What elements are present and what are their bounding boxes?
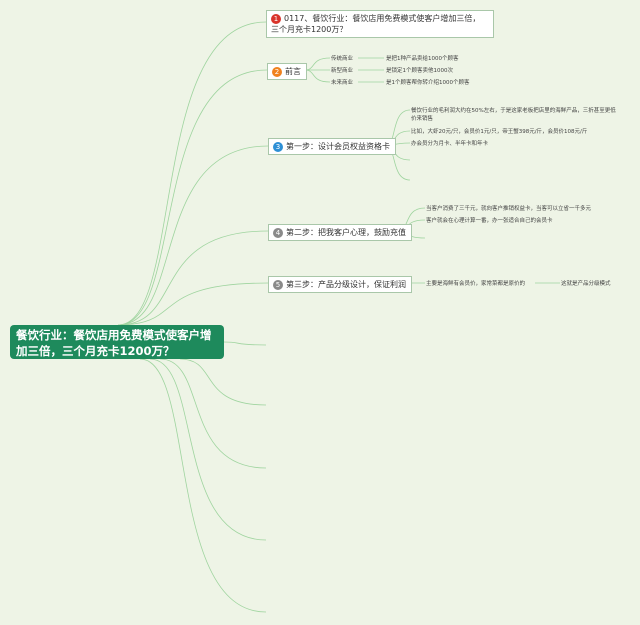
preface-detail-future[interactable]: 是1个顾客帮你转介绍1000个顾客 — [386, 79, 470, 87]
number-badge-5: 5 — [273, 279, 283, 290]
number-badge-4: 4 — [273, 227, 283, 238]
topic-step-2[interactable]: 4 第二步：把我客户心理，鼓励充值 — [268, 224, 412, 241]
link-root-empty-4 — [149, 358, 267, 541]
link-root-topic-3 — [117, 145, 269, 326]
step-1-item-card-types[interactable]: 办会员分为月卡、半年卡和年卡 — [411, 140, 488, 148]
link-root-empty-2 — [179, 358, 267, 406]
step-3-item-pricing[interactable]: 主要是海鲜有会员价，家常菜都是原价的 — [426, 280, 525, 288]
topic-step-1-label: 第一步：设计会员权益资格卡 — [286, 142, 390, 151]
topic-title[interactable]: 1 0117、餐饮行业：餐饮店用免费模式使客户增加三倍，三个月充卡1200万？ — [266, 10, 494, 38]
topic-preface[interactable]: 2 前言 — [267, 63, 307, 80]
root-topic[interactable]: 餐饮行业：餐饮店用免费模式使客户增加三倍，三个月充卡1200万？ — [10, 325, 224, 359]
preface-detail-new[interactable]: 是锁定1个顾客卖他1000次 — [386, 67, 453, 75]
link-preface-3 — [304, 69, 331, 83]
link-root-empty-3 — [159, 358, 267, 469]
step-1-item-margin[interactable]: 餐饮行业的毛利润大约在50%左右，于是这家老板把店里的海鲜产品，三折甚至更低价来… — [411, 107, 616, 123]
preface-detail-traditional[interactable]: 是把1种产品卖给1000个顾客 — [386, 55, 459, 63]
step-2-item-calculate[interactable]: 客户就会在心理计算一番，办一张适合自己的会员卡 — [426, 217, 553, 225]
mind-map-canvas: 餐饮行业：餐饮店用免费模式使客户增加三倍，三个月充卡1200万？ 1 0117、餐… — [0, 0, 640, 625]
branch-connectors — [117, 21, 560, 613]
link-root-empty-1 — [223, 341, 267, 346]
link-preface-1 — [304, 57, 331, 71]
preface-category-traditional[interactable]: 传统商业 — [331, 55, 353, 63]
step-2-item-upsell[interactable]: 当客户消费了三千元，就向客户推销权益卡，当客可以立省一千多元 — [426, 205, 591, 213]
topic-step-1[interactable]: 3 第一步：设计会员权益资格卡 — [268, 138, 396, 155]
number-badge-3: 3 — [273, 141, 283, 152]
preface-category-future[interactable]: 未来商业 — [331, 79, 353, 87]
topic-title-label: 0117、餐饮行业：餐饮店用免费模式使客户增加三倍，三个月充卡1200万？ — [271, 14, 481, 34]
step-1-item-prices[interactable]: 比如，大虾20元/只，会员价1元/只，帝王蟹398元/斤，会员价108元/斤 — [411, 128, 587, 136]
topic-step-3-label: 第三步：产品分级设计，保证利润 — [286, 280, 406, 289]
link-root-topic-5 — [117, 282, 269, 326]
number-badge-2: 2 — [272, 66, 282, 77]
link-root-topic-1 — [117, 21, 267, 326]
step-3-item-tiering[interactable]: 这就是产品分级模式 — [561, 280, 611, 288]
topic-preface-label: 前言 — [285, 67, 301, 76]
topic-step-2-label: 第二步：把我客户心理，鼓励充值 — [286, 228, 406, 237]
number-badge-1: 1 — [271, 13, 281, 24]
topic-step-3[interactable]: 5 第三步：产品分级设计，保证利润 — [268, 276, 412, 293]
preface-category-new[interactable]: 新型商业 — [331, 67, 353, 75]
root-topic-label: 餐饮行业：餐饮店用免费模式使客户增加三倍，三个月充卡1200万？ — [16, 328, 212, 358]
link-root-topic-2 — [117, 69, 268, 326]
